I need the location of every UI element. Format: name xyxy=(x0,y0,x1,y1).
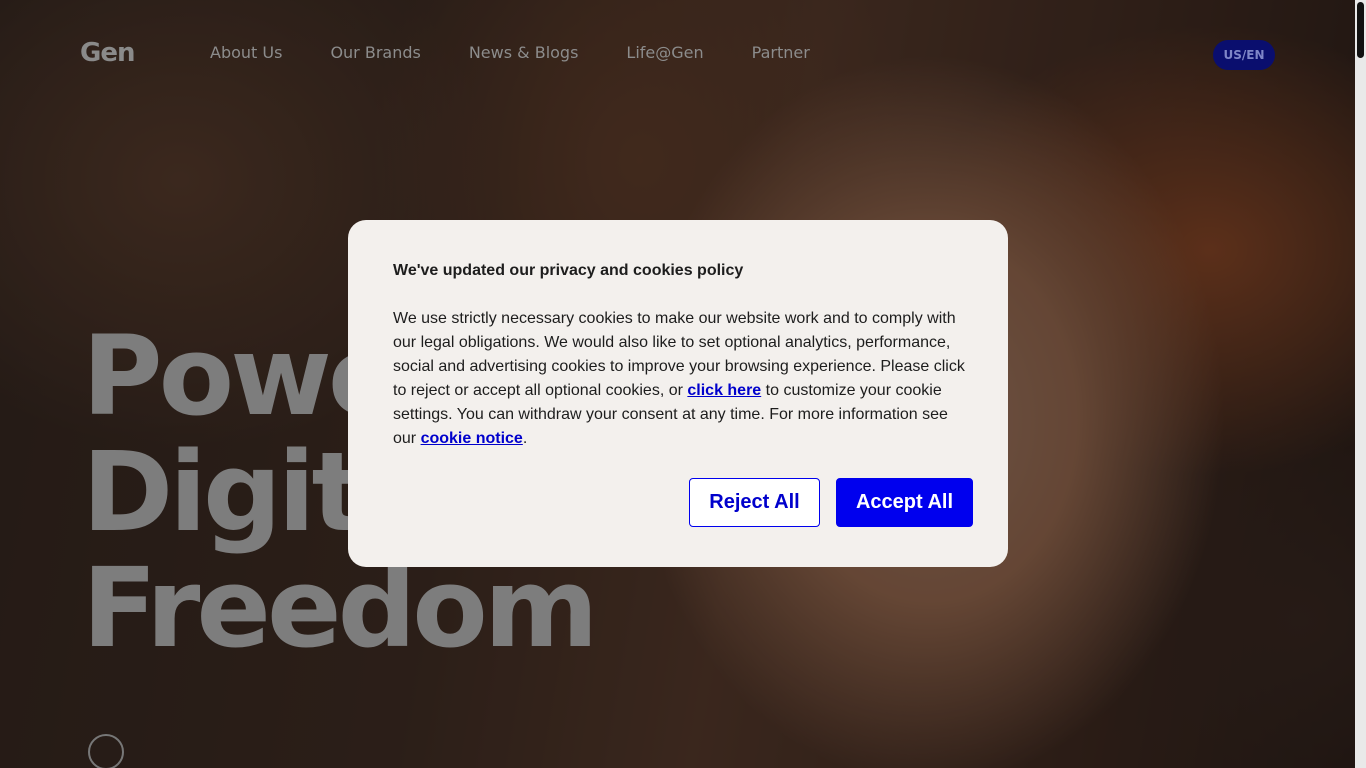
cookie-dialog-title: We've updated our privacy and cookies po… xyxy=(393,262,744,279)
nav-item-life-at-gen[interactable]: Life@Gen xyxy=(626,43,703,62)
scrollbar-thumb[interactable] xyxy=(1357,2,1364,58)
main-nav: About Us Our Brands News & Blogs Life@Ge… xyxy=(210,43,810,62)
hero-headline-line-3: Freedom xyxy=(82,544,598,672)
cookie-dialog-body: We use strictly necessary cookies to mak… xyxy=(393,307,974,451)
nav-item-partner[interactable]: Partner xyxy=(752,43,810,62)
customize-cookies-link[interactable]: click here xyxy=(687,382,761,399)
page: Gen About Us Our Brands News & Blogs Lif… xyxy=(0,0,1366,768)
page-scrollbar[interactable] xyxy=(1355,0,1366,768)
nav-item-about-us[interactable]: About Us xyxy=(210,43,282,62)
cookie-body-text-3: . xyxy=(522,430,528,447)
cookie-consent-dialog: We've updated our privacy and cookies po… xyxy=(348,220,1008,567)
cookie-notice-link[interactable]: cookie notice xyxy=(421,430,523,447)
locale-selector-button[interactable]: US/EN xyxy=(1213,40,1275,70)
gen-logo[interactable]: Gen xyxy=(80,38,135,68)
nav-item-news-blogs[interactable]: News & Blogs xyxy=(469,43,579,62)
reject-all-button[interactable]: Reject All xyxy=(689,478,820,527)
cookie-button-row: Reject All Accept All xyxy=(689,478,973,527)
scroll-down-circle-icon[interactable] xyxy=(88,734,124,768)
nav-item-our-brands[interactable]: Our Brands xyxy=(330,43,420,62)
accept-all-button[interactable]: Accept All xyxy=(836,478,973,527)
